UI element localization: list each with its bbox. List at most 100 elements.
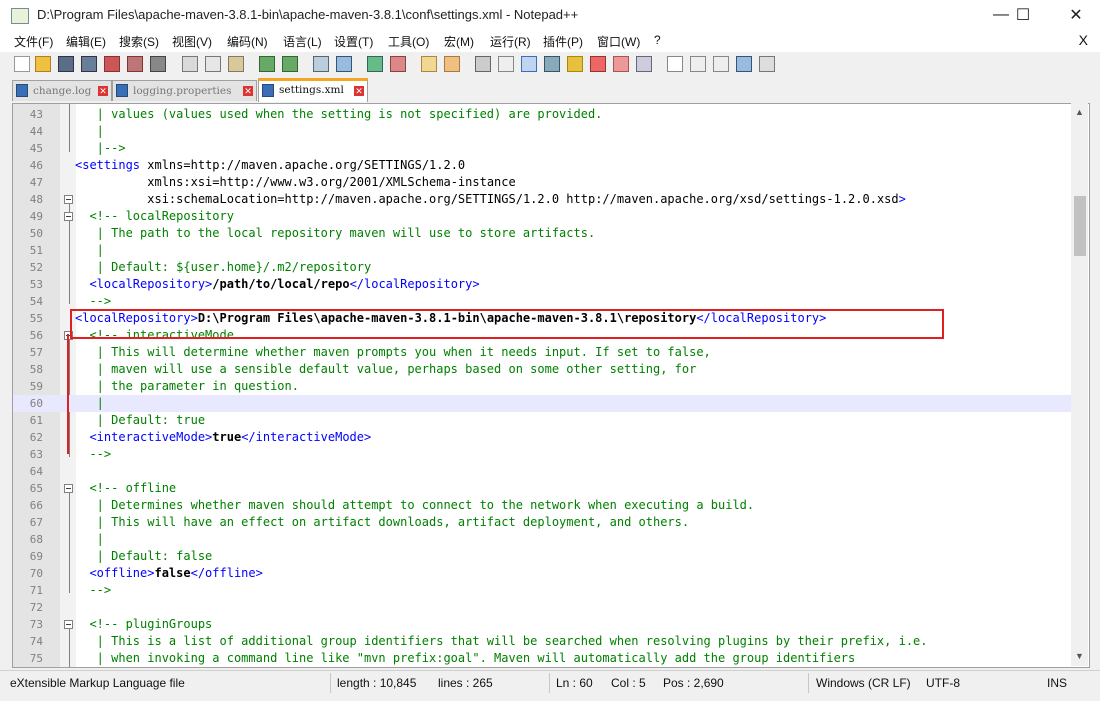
tab-close-icon[interactable]: ✕ [354, 86, 364, 96]
cut-icon[interactable] [182, 56, 198, 72]
menu-view[interactable]: 视图(V) [172, 33, 212, 50]
paste-icon[interactable] [228, 56, 244, 72]
play-macro-icon[interactable] [713, 56, 729, 72]
menu-help[interactable]: ? [654, 33, 661, 47]
editor-line[interactable]: 71 --> [13, 582, 1071, 599]
scroll-up-icon[interactable]: ▲ [1075, 107, 1084, 117]
open-file-icon[interactable] [35, 56, 51, 72]
function-list-icon[interactable] [590, 56, 606, 72]
menu-window[interactable]: 窗口(W) [597, 33, 640, 50]
editor-line[interactable]: 63 --> [13, 446, 1071, 463]
scrollbar-thumb[interactable] [1074, 196, 1086, 256]
editor-line[interactable]: 62 <interactiveMode>true</interactiveMod… [13, 429, 1071, 446]
status-encoding[interactable]: UTF-8 [926, 676, 960, 690]
new-file-icon[interactable] [14, 56, 30, 72]
replace-icon[interactable] [336, 56, 352, 72]
vertical-scrollbar[interactable]: ▲ ▼ [1071, 103, 1088, 666]
menu-tools[interactable]: 工具(O) [388, 33, 429, 50]
editor-line[interactable]: 58 | maven will use a sensible default v… [13, 361, 1071, 378]
indent-guide-icon[interactable] [521, 56, 537, 72]
editor-line[interactable]: 67 | This will have an effect on artifac… [13, 514, 1071, 531]
record-macro-icon[interactable] [667, 56, 683, 72]
status-eol[interactable]: Windows (CR LF) [816, 676, 911, 690]
line-number: 75 [29, 652, 43, 665]
save-all-icon[interactable] [81, 56, 97, 72]
fold-toggle-icon[interactable] [64, 212, 73, 221]
run-macro-multiple-icon[interactable] [736, 56, 752, 72]
editor-line[interactable]: 54 --> [13, 293, 1071, 310]
scroll-down-icon[interactable]: ▼ [1075, 651, 1084, 661]
editor-line[interactable]: 73 <!-- pluginGroups [13, 616, 1071, 633]
editor-line[interactable]: 50 | The path to the local repository ma… [13, 225, 1071, 242]
folder-workspace-icon[interactable] [613, 56, 629, 72]
tab-close-icon[interactable]: ✕ [243, 86, 253, 96]
save-macro-icon[interactable] [759, 56, 775, 72]
tab-logging-properties[interactable]: logging.properties ✕ [112, 80, 257, 101]
editor-line[interactable]: 61 | Default: true [13, 412, 1071, 429]
menu-plugins[interactable]: 插件(P) [543, 33, 583, 50]
editor-line[interactable]: 66 | Determines whether maven should att… [13, 497, 1071, 514]
tab-close-icon[interactable]: ✕ [98, 86, 108, 96]
stop-macro-icon[interactable] [690, 56, 706, 72]
menu-settings[interactable]: 设置(T) [334, 33, 373, 50]
close-file-icon[interactable] [104, 56, 120, 72]
editor-line[interactable]: 69 | Default: false [13, 548, 1071, 565]
close-document-button[interactable]: X [1079, 32, 1088, 48]
fold-toggle-icon[interactable] [64, 620, 73, 629]
menu-macro[interactable]: 宏(M) [444, 33, 474, 50]
word-wrap-icon[interactable] [475, 56, 491, 72]
sync-vertical-icon[interactable] [421, 56, 437, 72]
editor-line[interactable]: 70 <offline>false</offline> [13, 565, 1071, 582]
editor-line[interactable]: 68 | [13, 531, 1071, 548]
code-text: <!-- pluginGroups [75, 617, 213, 631]
monitoring-icon[interactable] [636, 56, 652, 72]
editor-line[interactable]: 72 [13, 599, 1071, 616]
editor-line[interactable]: 74 | This is a list of additional group … [13, 633, 1071, 650]
editor-line[interactable]: 51 | [13, 242, 1071, 259]
status-insert-mode[interactable]: INS [1047, 676, 1067, 690]
editor-line[interactable]: 45 |--> [13, 140, 1071, 157]
document-map-icon[interactable] [567, 56, 583, 72]
close-button[interactable]: ✕ [1053, 0, 1099, 30]
tab-change-log[interactable]: change.log ✕ [12, 80, 112, 101]
fold-toggle-icon[interactable] [64, 195, 73, 204]
editor-line[interactable]: 60 | [13, 395, 1071, 412]
editor-line[interactable]: 57 | This will determine whether maven p… [13, 344, 1071, 361]
editor-line[interactable]: 43 | values (values used when the settin… [13, 106, 1071, 123]
copy-icon[interactable] [205, 56, 221, 72]
fold-toggle-icon[interactable] [64, 484, 73, 493]
menu-file[interactable]: 文件(F) [14, 33, 53, 50]
close-all-icon[interactable] [127, 56, 143, 72]
editor-line[interactable]: 44 | [13, 123, 1071, 140]
save-icon[interactable] [58, 56, 74, 72]
line-number: 54 [29, 295, 43, 308]
editor-line[interactable]: 75 | when invoking a command line like "… [13, 650, 1071, 667]
redo-icon[interactable] [282, 56, 298, 72]
editor-line[interactable]: 59 | the parameter in question. [13, 378, 1071, 395]
editor-line[interactable]: 53 <localRepository>/path/to/local/repo<… [13, 276, 1071, 293]
maximize-button[interactable]: ☐ [1000, 0, 1046, 30]
print-icon[interactable] [150, 56, 166, 72]
editor-line[interactable]: 46 <settings xmlns=http://maven.apache.or… [13, 157, 1071, 174]
editor-line[interactable]: 64 [13, 463, 1071, 480]
menu-run[interactable]: 运行(R) [490, 33, 531, 50]
tab-settings-xml[interactable]: settings.xml ✕ [258, 78, 368, 102]
code-editor[interactable]: 43 | values (values used when the settin… [12, 103, 1090, 668]
zoom-in-icon[interactable] [367, 56, 383, 72]
editor-line[interactable]: 48 xsi:schemaLocation=http://maven.apach… [13, 191, 1071, 208]
menu-language[interactable]: 语言(L) [283, 33, 322, 50]
zoom-out-icon[interactable] [390, 56, 406, 72]
sync-horizontal-icon[interactable] [444, 56, 460, 72]
undo-icon[interactable] [259, 56, 275, 72]
show-all-characters-icon[interactable] [498, 56, 514, 72]
define-language-icon[interactable] [544, 56, 560, 72]
menu-edit[interactable]: 编辑(E) [66, 33, 106, 50]
editor-line[interactable]: 47 xmlns:xsi=http://www.w3.org/2001/XMLS… [13, 174, 1071, 191]
find-icon[interactable] [313, 56, 329, 72]
menu-search[interactable]: 搜索(S) [119, 33, 159, 50]
menu-encoding[interactable]: 编码(N) [227, 33, 268, 50]
editor-line[interactable]: 49 <!-- localRepository [13, 208, 1071, 225]
editor-line[interactable]: 65 <!-- offline [13, 480, 1071, 497]
line-number: 53 [29, 278, 43, 291]
editor-line[interactable]: 52 | Default: ${user.home}/.m2/repositor… [13, 259, 1071, 276]
